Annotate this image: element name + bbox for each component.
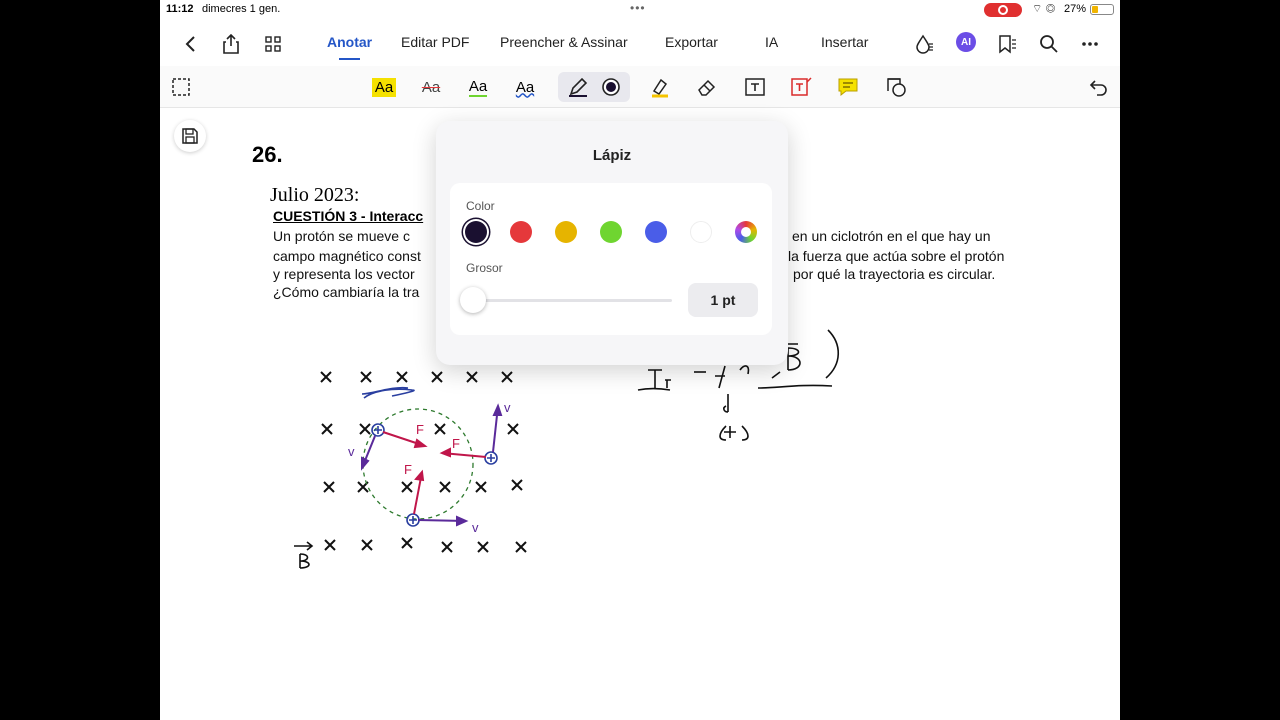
thickness-slider-knob[interactable] (460, 287, 486, 313)
bookmark-icon[interactable] (993, 30, 1021, 58)
ink-drop-icon[interactable] (910, 30, 938, 58)
strikethrough-tool[interactable]: Aa (415, 72, 447, 102)
color-label: Color (466, 199, 495, 213)
proton-markers (361, 386, 498, 527)
text-line-left-3: y representa los vector (273, 266, 415, 282)
custom-color-picker-icon[interactable] (735, 221, 757, 243)
swatch-white[interactable] (690, 221, 712, 243)
svg-text:F: F (404, 462, 412, 477)
ai-assistant-icon[interactable]: AI (956, 32, 976, 52)
swatch-green[interactable] (600, 221, 622, 243)
svg-text:v: v (504, 400, 511, 415)
battery-percent: 27% (1064, 3, 1087, 15)
tab-editar-pdf[interactable]: Editar PDF (401, 34, 469, 50)
swatch-black[interactable] (465, 221, 487, 243)
exam-date-heading: Julio 2023: (270, 184, 360, 206)
tab-preencher-assinar[interactable]: Preencher & Assinar (500, 34, 628, 50)
text-line-right-2: la fuerza que actúa sobre el protón (788, 248, 1005, 264)
top-navigation: Anotar Editar PDF Preencher & Assinar Ex… (160, 22, 1120, 66)
magnetic-field-crosses (320, 371, 527, 553)
wifi-icon: ⌔ ◎ (1032, 3, 1056, 15)
popup-title: Lápiz (592, 147, 632, 164)
force-vectors: F F F (382, 422, 487, 515)
svg-text:F: F (452, 436, 460, 451)
sticky-note-icon[interactable] (832, 72, 864, 102)
highlight-text-label: Aa (371, 77, 397, 97)
highlight-text-tool[interactable]: Aa (368, 72, 400, 102)
text-box-icon[interactable] (739, 72, 771, 102)
strikethrough-label: Aa (421, 78, 441, 96)
field-b-label (294, 541, 314, 569)
pencil-color-icon[interactable] (601, 77, 621, 97)
battery-icon (1090, 4, 1114, 15)
squiggly-tool[interactable]: Aa (509, 72, 541, 102)
tab-exportar[interactable]: Exportar (665, 34, 718, 50)
svg-text:F: F (416, 422, 424, 437)
highlighter-icon[interactable] (644, 72, 676, 102)
eraser-icon[interactable] (691, 72, 723, 102)
thickness-value[interactable]: 1 pt (688, 283, 758, 317)
undo-icon[interactable] (1083, 72, 1115, 102)
multitask-dots-icon[interactable]: ••• (630, 1, 646, 15)
status-time: 11:12 (166, 3, 194, 15)
velocity-vectors: v v v (348, 400, 511, 535)
tab-anotar[interactable]: Anotar (327, 34, 372, 60)
text-line-left-1: Un protón se mueve c (273, 228, 410, 244)
status-bar: 11:12 dimecres 1 gen. ••• ⌔ ◎ 27% (160, 0, 1120, 20)
save-icon[interactable] (174, 120, 206, 152)
underline-label: Aa (468, 77, 488, 97)
thickness-slider-track[interactable] (466, 299, 672, 302)
shapes-icon[interactable] (880, 72, 912, 102)
screen-record-icon (984, 3, 1022, 17)
app-screen: 11:12 dimecres 1 gen. ••• ⌔ ◎ 27% Anotar… (160, 0, 1120, 720)
more-options-icon[interactable] (1076, 30, 1104, 58)
pencil-settings-card: Color Grosor 1 pt (450, 183, 772, 335)
lasso-select-icon[interactable] (165, 72, 197, 102)
swatch-yellow[interactable] (555, 221, 577, 243)
text-line-right-3: por qué la trayectoria es circular. (793, 266, 996, 282)
text-callout-icon[interactable] (785, 72, 817, 102)
question-number: 26. (252, 142, 283, 167)
swatch-blue[interactable] (645, 221, 667, 243)
grid-view-icon[interactable] (259, 30, 287, 58)
back-icon[interactable] (176, 30, 204, 58)
pencil-settings-popup: Lápiz Color Grosor 1 pt (436, 121, 788, 365)
circular-trajectory (362, 408, 474, 520)
pencil-icon[interactable] (567, 76, 589, 98)
text-line-left-2: campo magnético const (273, 248, 421, 264)
text-line-right-1: en un ciclotrón en el que hay un (792, 228, 991, 244)
svg-text:v: v (348, 444, 355, 459)
tab-ia[interactable]: IA (765, 34, 778, 50)
question-title: CUESTIÓN 3 - Interacc (273, 208, 424, 224)
squiggly-label: Aa (515, 78, 535, 96)
swatch-red[interactable] (510, 221, 532, 243)
underline-tool[interactable]: Aa (462, 72, 494, 102)
pencil-tool-group[interactable] (558, 72, 630, 102)
text-line-left-4: ¿Cómo cambiaría la tra (273, 284, 420, 300)
svg-text:v: v (472, 520, 479, 535)
status-date: dimecres 1 gen. (202, 3, 281, 15)
annotation-toolbar: Aa Aa Aa Aa (160, 66, 1120, 108)
thickness-label: Grosor (466, 261, 503, 275)
share-icon[interactable] (217, 30, 245, 58)
search-icon[interactable] (1035, 30, 1063, 58)
tab-insertar[interactable]: Insertar (821, 34, 868, 50)
